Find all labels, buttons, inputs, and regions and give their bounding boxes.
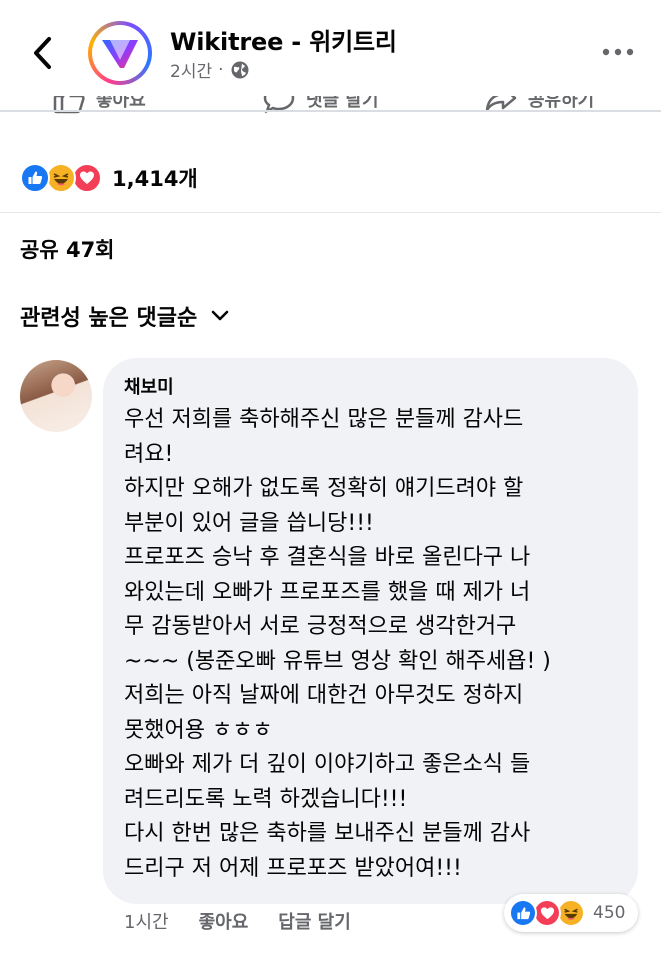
share-action[interactable]: 공유하기 bbox=[484, 96, 594, 116]
reaction-count[interactable]: 1,414개 bbox=[112, 163, 198, 193]
love-reaction-icon bbox=[533, 899, 561, 927]
chevron-down-icon bbox=[211, 310, 229, 321]
post-time[interactable]: 2시간 bbox=[170, 57, 212, 82]
comment-sort-dropdown[interactable]: 관련성 높은 댓글순 bbox=[20, 300, 229, 332]
more-options-button[interactable] bbox=[600, 38, 636, 66]
love-reaction-icon bbox=[72, 163, 102, 193]
reactions-divider bbox=[0, 212, 661, 213]
commenter-avatar[interactable] bbox=[20, 360, 92, 432]
comment-line: 프로포즈 승낙 후 결혼식을 바로 올린다구 나 bbox=[124, 545, 531, 570]
header-divider bbox=[0, 110, 661, 112]
more-horizontal-icon bbox=[602, 48, 634, 56]
back-button[interactable] bbox=[22, 30, 62, 76]
comment-line: 하지만 오해가 없도록 정확히 얘기드려야 할 bbox=[124, 476, 524, 501]
comment-line: 부분이 있어 글을 씁니당!!! bbox=[124, 510, 374, 536]
meta-separator: · bbox=[218, 59, 224, 80]
like-reaction-icon bbox=[20, 163, 50, 193]
comment-line: 와있는데 오빠가 프로포즈를 했을 때 제가 너 bbox=[124, 579, 531, 605]
comment-line: 드리구 저 어제 프로포즈 받았어여!!! bbox=[124, 855, 462, 881]
comment-line: 무 감동받아서 서로 긍정적으로 생각한거구 bbox=[124, 614, 517, 639]
haha-reaction-icon bbox=[557, 899, 585, 927]
globe-icon bbox=[231, 61, 249, 78]
comment-line: 려드리도록 노력 하겠습니다!!! bbox=[124, 786, 408, 812]
haha-reaction-icon bbox=[46, 163, 76, 193]
wikitree-logo bbox=[102, 40, 138, 68]
post-meta: 2시간 · bbox=[170, 57, 250, 82]
post-action-bar: 좋아요 댓글 달기 공유하기 bbox=[0, 96, 661, 116]
like-action[interactable]: 좋아요 bbox=[52, 96, 146, 116]
comment-like-button[interactable]: 좋아요 bbox=[199, 908, 249, 934]
share-count[interactable]: 공유 47회 bbox=[20, 234, 115, 264]
comment-footer: 1시간 좋아요 답글 달기 bbox=[124, 908, 351, 934]
page-name[interactable]: Wikitree - 위키트리 bbox=[170, 22, 397, 57]
comment-action[interactable]: 댓글 달기 bbox=[262, 96, 379, 116]
like-reaction-icon bbox=[509, 899, 537, 927]
comment-reactions[interactable]: 450 bbox=[504, 894, 638, 932]
comment-line: 려요! bbox=[124, 441, 174, 467]
sort-label: 관련성 높은 댓글순 bbox=[20, 306, 198, 331]
chevron-left-icon bbox=[34, 37, 51, 69]
comment-line: 저희는 아직 날짜에 대한건 아무것도 정하지 bbox=[124, 683, 524, 708]
comment-line: 우선 저희를 축하해주신 많은 분들께 감사드 bbox=[124, 407, 524, 432]
comment-reply-button[interactable]: 답글 달기 bbox=[278, 908, 351, 934]
reactions-summary[interactable]: 1,414개 bbox=[20, 160, 198, 196]
comment-reaction-count: 450 bbox=[593, 903, 626, 923]
comment-line: 못했어용 ㅎㅎㅎ bbox=[124, 717, 273, 743]
comment-line: 다시 한번 많은 축하를 보내주신 분들께 감사 bbox=[124, 821, 531, 846]
comment-line: ~~~ (봉준오빠 유튜브 영상 확인 해주세욥! ) bbox=[124, 648, 551, 674]
comment-time[interactable]: 1시간 bbox=[124, 908, 169, 934]
comment-text: 우선 저희를 축하해주신 많은 분들께 감사드 려요! 하지만 오해가 없도록 … bbox=[124, 403, 624, 886]
page-avatar[interactable] bbox=[88, 21, 152, 85]
comment-line: 오빠와 제가 더 깊이 이야기하고 좋은소식 들 bbox=[124, 752, 531, 777]
comment-author[interactable]: 채보미 bbox=[124, 373, 174, 399]
